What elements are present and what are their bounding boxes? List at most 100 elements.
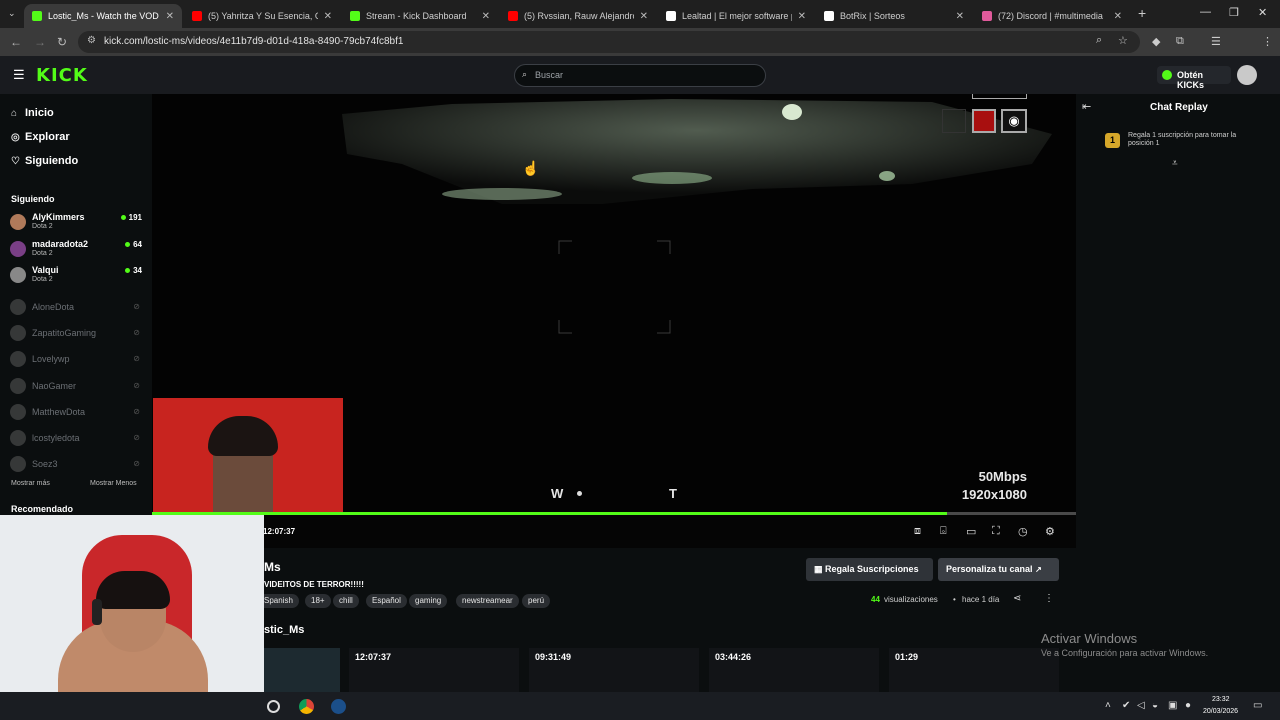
clock-time[interactable]: 23:32 [1212, 696, 1230, 703]
address-bar[interactable]: ⚙ kick.com/lostic-ms/videos/4e11b7d9-d01… [78, 31, 1140, 53]
channel-game: Dota 2 [32, 276, 53, 283]
tray-display-icon[interactable]: ▣ [1168, 700, 1177, 711]
settings-gear-icon[interactable]: ⚙ [1045, 525, 1055, 538]
miniplayer-icon[interactable]: ⧈ [914, 525, 921, 538]
collapse-chat-icon[interactable]: ⇤ [1082, 100, 1091, 113]
tag-chip[interactable]: gaming [409, 594, 448, 608]
viewer-count: 191 [121, 213, 142, 222]
sidebar-nav-inicio[interactable]: ⌂ Inicio [11, 107, 54, 119]
bookmark-star-icon[interactable]: ☆ [1118, 34, 1128, 47]
tab-close-icon[interactable]: ✕ [324, 11, 332, 22]
search-icon: ⌕ [522, 69, 528, 79]
reading-list-icon[interactable]: ☰ [1211, 35, 1221, 48]
tray-network-icon[interactable]: ◒ [1152, 700, 1158, 711]
offline-channel[interactable]: Soez3 ⊘ [10, 454, 144, 478]
hud-box-frame [972, 94, 1027, 99]
expand-chevron-icon[interactable]: ⩡ [1172, 158, 1178, 169]
site-info-icon[interactable]: ⚙ [87, 35, 96, 46]
tag-chip[interactable]: 18+ [305, 594, 331, 608]
offline-channel[interactable]: NaoGamer ⊘ [10, 376, 144, 400]
tab-favicon-icon [508, 11, 518, 21]
browser-tab[interactable]: (5) Yahritza Y Su Esencia, Grupo ✕ [184, 4, 340, 28]
player-controls: 12:07:37 ⧈ ⌺ ▭ ⛶ ◷ ⚙ [152, 515, 1076, 548]
get-kicks-button[interactable]: Obtén KICKs [1157, 66, 1231, 90]
offline-channel[interactable]: lcostyledota ⊘ [10, 428, 144, 452]
browser-tab[interactable]: (5) Rvssian, Rauw Alejandro & L ✕ [500, 4, 656, 28]
extensions-puzzle-icon[interactable]: ⧉ [1176, 35, 1184, 48]
customize-channel-button[interactable]: Personaliza tu canal ↗ [938, 558, 1059, 581]
offline-channel[interactable]: ZapatitoGaming ⊘ [10, 323, 144, 347]
hamburger-menu-icon[interactable]: ☰ [13, 67, 25, 83]
theater-mode-icon[interactable]: ▭ [966, 525, 976, 538]
tab-search-icon[interactable]: ⌄ [8, 8, 16, 19]
browser-tab[interactable]: (72) Discord | #multimedia ✕ [974, 4, 1130, 28]
sidebar-nav-label: Siguiendo [25, 155, 79, 167]
playback-speed-icon[interactable]: ◷ [1018, 525, 1028, 538]
tag-chip[interactable]: Español [366, 594, 407, 608]
tab-close-icon[interactable]: ✕ [166, 11, 174, 22]
browser-tab[interactable]: Stream - Kick Dashboard ✕ [342, 4, 498, 28]
share-icon[interactable]: ⋖ [1013, 593, 1021, 604]
browser-tab[interactable]: Lealtad | El mejor software para ✕ [658, 4, 814, 28]
headphones [92, 599, 102, 625]
extension-diamond-icon[interactable]: ◆ [1152, 35, 1160, 48]
sidebar-nav-explorar[interactable]: ◎ Explorar [11, 131, 70, 143]
restore-icon[interactable]: ❐ [1229, 6, 1239, 19]
offline-channel[interactable]: Lovelywp ⊘ [10, 349, 144, 373]
offline-channel[interactable]: MatthewDota ⊘ [10, 402, 144, 426]
forward-icon[interactable]: → [34, 35, 46, 49]
obs-taskbar-icon[interactable] [267, 700, 280, 713]
sidebar-nav-siguiendo[interactable]: ♡ Siguiendo [11, 155, 78, 167]
clock-date[interactable]: 20/03/2026 [1203, 708, 1238, 715]
video-player[interactable]: ◉ W T 50Mbps 1920x1080 ☝ [152, 94, 1076, 512]
new-tab-button[interactable]: + [1138, 5, 1146, 21]
channel-name[interactable]: Ms [264, 560, 281, 574]
gift-subs-button[interactable]: ▦ Regala Suscripciones [806, 558, 933, 581]
reload-icon[interactable]: ↻ [57, 35, 67, 49]
video-thumbnail[interactable]: 03:44:26 [709, 648, 879, 692]
tray-app-icon[interactable]: ✔ [1122, 700, 1130, 711]
clip-icon[interactable]: ⌺ [940, 525, 947, 538]
search-input[interactable]: ⌕ Buscar [514, 64, 766, 87]
tag-chip[interactable]: newstreamear [456, 594, 519, 608]
followed-channel[interactable]: AlyKimmers Dota 2 191 [10, 212, 144, 236]
more-options-icon[interactable]: ⋮ [1044, 593, 1054, 604]
video-thumbnail[interactable]: 09:31:49 [529, 648, 699, 692]
show-more-link[interactable]: Mostrar más [11, 480, 50, 487]
offline-icon: ⊘ [133, 406, 140, 416]
video-thumbnail[interactable]: 01:29 [889, 648, 1059, 692]
fullscreen-icon[interactable]: ⛶ [992, 525, 1000, 538]
channel-avatar [10, 240, 26, 257]
back-icon[interactable]: ← [10, 35, 22, 49]
show-less-link[interactable]: Mostrar Menos [90, 480, 137, 487]
minimize-icon[interactable]: — [1200, 6, 1211, 18]
tag-chip[interactable]: Spanish [258, 594, 299, 608]
notifications-icon[interactable]: ▭ [1253, 700, 1262, 711]
tab-close-icon[interactable]: ✕ [956, 11, 964, 22]
channel-avatar [10, 430, 26, 446]
tray-mic-icon[interactable]: ● [1185, 700, 1191, 711]
followed-channel[interactable]: Valqui Dota 2 34 [10, 265, 144, 289]
steam-taskbar-icon[interactable] [331, 699, 346, 714]
tray-volume-icon[interactable]: ◁ [1137, 700, 1145, 711]
chrome-taskbar-icon[interactable] [299, 699, 314, 714]
zoom-icon[interactable]: ⌕ [1096, 34, 1102, 47]
tag-chip[interactable]: chill [333, 594, 359, 608]
chat-panel: ⇤ Chat Replay 1 Regala 1 suscripción par… [1076, 94, 1280, 548]
video-thumbnail[interactable]: 12:07:37 [349, 648, 519, 692]
browser-tab[interactable]: BotRix | Sorteos ✕ [816, 4, 972, 28]
kick-logo[interactable]: KICK [36, 65, 88, 86]
tab-close-icon[interactable]: ✕ [640, 11, 648, 22]
offline-channel[interactable]: AloneDota ⊘ [10, 297, 144, 321]
tab-close-icon[interactable]: ✕ [798, 11, 806, 22]
video-thumbnail-preview[interactable] [264, 648, 340, 692]
browser-tab[interactable]: Lostic_Ms - Watch the VOD on ✕ [24, 4, 182, 28]
tag-chip[interactable]: perú [522, 594, 551, 608]
followed-channel[interactable]: madaradota2 Dota 2 64 [10, 239, 144, 263]
browser-menu-icon[interactable]: ⋮ [1262, 35, 1273, 48]
tray-overflow-icon[interactable]: ˄ [1105, 700, 1111, 711]
tab-close-icon[interactable]: ✕ [1114, 11, 1122, 22]
tab-close-icon[interactable]: ✕ [482, 11, 490, 22]
user-avatar[interactable] [1237, 65, 1257, 85]
close-window-icon[interactable]: ✕ [1258, 6, 1267, 19]
